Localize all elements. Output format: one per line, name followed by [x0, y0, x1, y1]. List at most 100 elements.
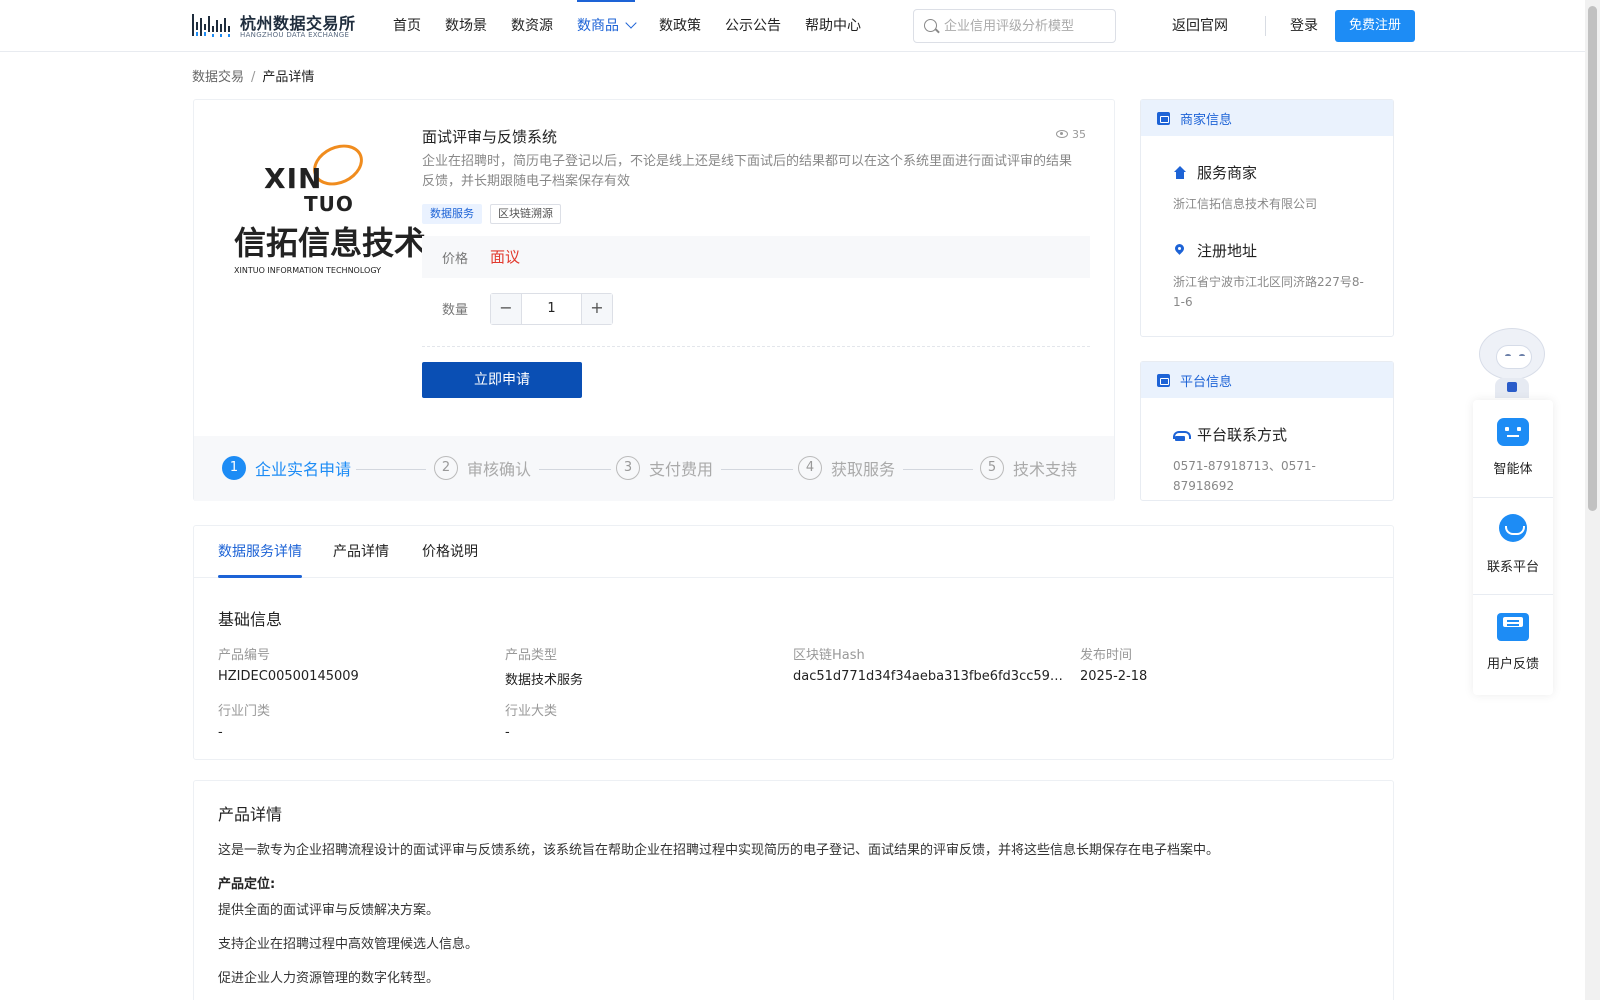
- product-detail-card: 产品详情 这是一款专为企业招聘流程设计的面试评审与反馈系统，该系统旨在帮助企业在…: [193, 780, 1394, 1000]
- tag-data-service: 数据服务: [422, 204, 482, 224]
- tab-product-detail[interactable]: 产品详情: [333, 526, 389, 578]
- robot-eye-icon: [1505, 354, 1511, 358]
- nav-products-label: 数商品: [577, 18, 619, 34]
- assistant-robot[interactable]: [1473, 324, 1553, 400]
- step-1: 1 企业实名申请: [222, 456, 351, 480]
- field-value: dac51d771d34f34aeba313fbe6fd3cc5960…: [793, 669, 1068, 684]
- price-label: 价格: [442, 252, 469, 267]
- search-input[interactable]: [944, 10, 1112, 42]
- user-feedback-button[interactable]: 用户反馈: [1473, 594, 1553, 691]
- nav-resources[interactable]: 数资源: [511, 0, 553, 52]
- positioning-title: 产品定位:: [218, 877, 276, 892]
- field-industry-class: 行业大类 -: [505, 700, 780, 740]
- platform-contact-title: 平台联系方式: [1197, 426, 1288, 444]
- tag-blockchain: 区块链溯源: [490, 204, 561, 224]
- robot-face: [1496, 345, 1532, 369]
- search-icon[interactable]: [924, 19, 937, 32]
- breadcrumb-parent[interactable]: 数据交易: [192, 70, 244, 85]
- feedback-mail-icon: [1497, 613, 1529, 641]
- dashed-divider: [422, 346, 1090, 347]
- price-box: 价格 面议: [422, 236, 1090, 278]
- field-label: 行业门类: [218, 704, 271, 719]
- address-title: 注册地址: [1197, 242, 1258, 260]
- logo-company-en: XINTUO INFORMATION TECHNOLOGY: [234, 266, 382, 275]
- logo-mark-xin: XIN: [264, 162, 323, 195]
- field-blockchain-hash: 区块链Hash dac51d771d34f34aeba313fbe6fd3cc5…: [793, 644, 1068, 684]
- step-connector: [721, 469, 793, 470]
- agent-label: 智能体: [1493, 462, 1533, 477]
- platform-info-card: 平台信息 平台联系方式 0571-87918713、0571-87918692: [1140, 361, 1394, 501]
- field-label: 产品类型: [505, 648, 558, 663]
- field-value: -: [505, 725, 510, 740]
- positioning-point: 提供全面的面试评审与反馈解决方案。: [218, 903, 440, 918]
- service-detail-card: 数据服务详情 产品详情 价格说明 基础信息 产品编号 HZIDEC0050014…: [193, 525, 1394, 760]
- platform-contact-row: 平台联系方式: [1173, 424, 1287, 445]
- search-box[interactable]: [913, 9, 1116, 43]
- step-5-number: 5: [980, 456, 1004, 480]
- scrollbar-thumb[interactable]: [1588, 6, 1597, 511]
- apply-button[interactable]: 立即申请: [422, 362, 582, 398]
- login-link[interactable]: 登录: [1290, 0, 1318, 52]
- agent-button[interactable]: 智能体: [1473, 400, 1553, 497]
- field-value: HZIDEC00500145009: [218, 669, 359, 684]
- field-value: 2025-2-18: [1080, 669, 1148, 684]
- field-label: 产品编号: [218, 648, 271, 663]
- product-tags: 数据服务 区块链溯源: [422, 204, 569, 224]
- register-button[interactable]: 免费注册: [1335, 10, 1415, 42]
- quantity-stepper: − 1 +: [490, 293, 613, 325]
- step-connector: [903, 469, 973, 470]
- field-publish-date: 发布时间 2025-2-18: [1080, 644, 1355, 684]
- merchant-info-header: 商家信息: [1141, 100, 1393, 136]
- back-to-official-link[interactable]: 返回官网: [1172, 0, 1228, 52]
- step-3-number: 3: [616, 456, 640, 480]
- product-logo: XIN TUO 信拓信息技术 XINTUO INFORMATION TECHNO…: [234, 136, 426, 285]
- field-industry-category: 行业门类 -: [218, 700, 493, 740]
- platform-icon: [1157, 374, 1170, 387]
- increase-button[interactable]: +: [581, 294, 612, 324]
- positioning-point: 促进企业人力资源管理的数字化转型。: [218, 971, 440, 986]
- step-2-label: 审核确认: [467, 460, 532, 479]
- platform-info-header: 平台信息: [1141, 362, 1393, 398]
- breadcrumb: 数据交易 / 产品详情: [192, 66, 314, 85]
- field-product-id: 产品编号 HZIDEC00500145009: [218, 644, 493, 684]
- eye-icon: [1056, 130, 1068, 138]
- merchant-info-card: 商家信息 服务商家 浙江信拓信息技术有限公司 注册地址 浙江省宁波市江北区同济路…: [1140, 99, 1394, 337]
- top-header: 杭州数据交易所 HANGZHOU DATA EXCHANGE 首页 数场景 数资…: [0, 0, 1585, 52]
- page-scrollbar[interactable]: [1585, 0, 1600, 1000]
- field-product-type: 产品类型 数据技术服务: [505, 644, 780, 688]
- step-2-number: 2: [434, 456, 458, 480]
- floating-service-panel: 智能体 联系平台 用户反馈: [1473, 400, 1553, 695]
- site-logo[interactable]: 杭州数据交易所 HANGZHOU DATA EXCHANGE: [192, 10, 362, 42]
- address-value: 浙江省宁波市江北区同济路227号8-1-6: [1173, 275, 1364, 309]
- platform-contact-value: 0571-87918713、0571-87918692: [1173, 459, 1316, 493]
- step-4-label: 获取服务: [831, 460, 896, 479]
- nav-announcements[interactable]: 公示公告: [725, 0, 781, 52]
- contact-platform-button[interactable]: 联系平台: [1473, 497, 1553, 594]
- view-count-value: 35: [1072, 128, 1086, 141]
- platform-info-title: 平台信息: [1180, 375, 1233, 390]
- quantity-input[interactable]: 1: [522, 294, 581, 324]
- nav-help[interactable]: 帮助中心: [805, 0, 861, 52]
- nav-products[interactable]: 数商品: [577, 0, 637, 52]
- nav-home[interactable]: 首页: [393, 0, 421, 52]
- header-divider: [1265, 16, 1266, 36]
- step-4-number: 4: [798, 456, 822, 480]
- quantity-label: 数量: [442, 303, 469, 318]
- service-merchant-title: 服务商家: [1197, 164, 1258, 182]
- tab-service-detail[interactable]: 数据服务详情: [218, 526, 302, 578]
- chevron-down-icon: [625, 17, 637, 29]
- step-5-label: 技术支持: [1013, 460, 1078, 479]
- robot-icon: [1497, 418, 1529, 446]
- basic-info-title: 基础信息: [218, 610, 283, 629]
- breadcrumb-current: 产品详情: [262, 70, 315, 85]
- tab-price-info[interactable]: 价格说明: [422, 526, 478, 578]
- service-merchant-row: 服务商家: [1173, 162, 1257, 183]
- decrease-button[interactable]: −: [491, 294, 522, 324]
- nav-scenes[interactable]: 数场景: [445, 0, 487, 52]
- process-steps: 1 企业实名申请 2 审核确认 3 支付费用 4 获取服务 5 技术支持: [194, 436, 1114, 501]
- robot-eye-icon: [1519, 354, 1525, 358]
- phone-icon: [1173, 428, 1191, 442]
- view-count: 35: [1056, 128, 1086, 141]
- nav-policy[interactable]: 数政策: [659, 0, 701, 52]
- field-value: -: [218, 725, 223, 740]
